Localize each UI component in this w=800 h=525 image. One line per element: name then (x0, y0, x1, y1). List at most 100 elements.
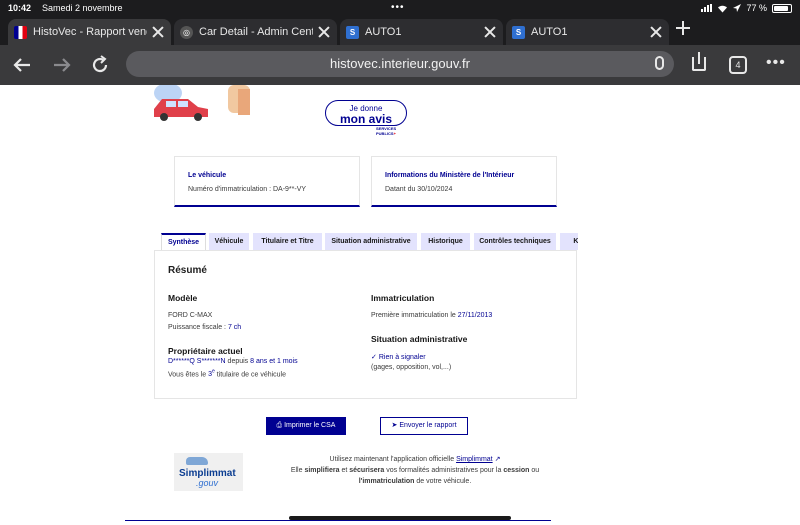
microphone-icon[interactable] (655, 56, 664, 70)
status-time: 10:42 (8, 3, 32, 13)
vehicle-card-title: Le véhicule (188, 172, 227, 179)
close-icon[interactable] (649, 25, 663, 39)
fiscal-power: Puissance fiscale : 7 ch (168, 324, 241, 331)
send-report-button[interactable]: ➤ Envoyer le rapport (380, 417, 468, 435)
back-arrow-icon[interactable] (10, 53, 34, 77)
owner-name: D******Q S*******N (168, 358, 226, 365)
tab-kilometrage[interactable]: Kilo (560, 233, 578, 250)
close-icon[interactable] (317, 25, 331, 39)
close-icon[interactable] (483, 25, 497, 39)
ministry-card: Informations du Ministère de l'Intérieur… (371, 156, 557, 207)
feedback-line2: mon avis (339, 112, 393, 126)
promo-bold: cession (503, 467, 530, 474)
globe-icon: ◎ (180, 25, 193, 39)
promo-line3: l'immatriculation de votre véhicule. (270, 476, 560, 487)
car-icon (186, 457, 208, 465)
print-csa-button[interactable]: ⎙ Imprimer le CSA (266, 417, 346, 435)
auto1-icon: S (346, 25, 359, 39)
tab-synthese[interactable]: Synthèse (161, 233, 206, 251)
address-bar[interactable]: histovec.interieur.gouv.fr (126, 51, 674, 77)
immat-heading: Immatriculation (371, 293, 435, 303)
browser-toolbar: histovec.interieur.gouv.fr 4 ••• (0, 45, 800, 85)
owner-line: D******Q S*******N depuis 8 ans et 1 moi… (168, 358, 298, 365)
registration-number: Numéro d'immatriculation : DA-9**-VY (188, 186, 307, 193)
status-indicators: 77 % (701, 3, 792, 13)
vehicle-card: Le véhicule Numéro d'immatriculation : D… (174, 156, 360, 207)
holder-line: Vous êtes le 3e titulaire de ce véhicule (168, 369, 286, 378)
url-text: histovec.interieur.gouv.fr (330, 56, 470, 71)
new-tab-plus-icon[interactable] (676, 21, 690, 35)
model-value: FORD C-MAX (168, 312, 213, 319)
cellular-signal-icon (701, 4, 713, 12)
tab-vehicule[interactable]: Véhicule (209, 233, 249, 250)
promo-bold: simplifiera (304, 467, 340, 474)
tab-situation-administrative[interactable]: Situation administrative (325, 233, 417, 250)
owner-heading: Propriétaire actuel (168, 346, 243, 356)
home-indicator[interactable] (289, 516, 511, 520)
tab-title: Car Detail - Admin Center (199, 26, 313, 38)
promo-line1: Utilisez maintenant l'application offici… (270, 454, 560, 465)
status-bar: 10:42 Samedi 2 novembre ••• 77 % (0, 0, 800, 17)
ministry-card-title: Informations du Ministère de l'Intérieur (385, 172, 515, 179)
resume-panel: Résumé Modèle FORD C-MAX Puissance fisca… (154, 250, 577, 399)
footer-divider (125, 520, 551, 521)
promo-text: et (341, 467, 348, 474)
promo-line1-text: Utilisez maintenant l'application offici… (329, 456, 455, 463)
tab-title: AUTO1 (365, 26, 402, 38)
services-publics-logo: SERVICES PUBLICS+ (376, 126, 397, 136)
tab-titulaire[interactable]: Titulaire et Titre (253, 233, 322, 250)
status-date: Samedi 2 novembre (42, 3, 123, 13)
auto1-icon: S (512, 25, 525, 39)
tab-title: HistoVec - Rapport vendeur (33, 26, 147, 38)
car-illustration (154, 85, 250, 121)
close-icon[interactable] (151, 25, 165, 39)
share-arrow (698, 52, 700, 64)
promo-text: vos formalités administratives pour la (386, 467, 502, 474)
simplimmat-logo-sub: .gouv (196, 478, 219, 488)
model-heading: Modèle (168, 293, 198, 303)
wifi-icon (718, 5, 728, 12)
battery-icon (772, 3, 792, 13)
tab-count-button[interactable]: 4 (729, 56, 747, 74)
simplimmat-link[interactable]: Simplimmat (456, 456, 493, 463)
printer-icon: ⎙ (276, 422, 283, 429)
promo-text: de votre véhicule. (416, 478, 472, 485)
owner-since-label: depuis (227, 358, 249, 365)
ministry-date: Datant du 30/10/2024 (385, 186, 453, 193)
immat-label: Première immatriculation le (371, 312, 456, 319)
browser-tab-auto1[interactable]: S AUTO1 (340, 19, 503, 45)
admin-note: (gages, opposition, vol,...) (371, 364, 452, 371)
send-arrow-icon: ➤ (391, 422, 398, 429)
promo-text: Elle (290, 467, 303, 474)
admin-status-line: ✓ Rien à signaler (371, 353, 426, 361)
immat-line: Première immatriculation le 27/11/2013 (371, 312, 492, 319)
french-flag-icon (14, 25, 27, 39)
web-page: Je donne mon avis SERVICES PUBLICS+ Le vé… (0, 85, 800, 525)
fiscal-power-value: 7 ch (227, 324, 242, 331)
simplimmat-logo[interactable]: Simplimmat .gouv (174, 453, 243, 491)
owner-since-value: 8 ans et 1 mois (250, 358, 298, 365)
resume-title: Résumé (168, 265, 207, 276)
tab-controles-techniques[interactable]: Contrôles techniques (474, 233, 556, 250)
fiscal-power-label: Puissance fiscale : (168, 324, 226, 331)
holder-prefix: Vous êtes le (168, 371, 207, 379)
promo-line2: Elle simplifiera et sécurisera vos forma… (270, 465, 560, 476)
report-tabs: Synthèse Véhicule Titulaire et Titre Sit… (160, 233, 578, 251)
print-csa-label: Imprimer le CSA (284, 422, 336, 429)
browser-tab-histovec[interactable]: HistoVec - Rapport vendeur (8, 19, 171, 45)
tab-title: AUTO1 (531, 26, 568, 38)
promo-text: ou (531, 467, 540, 474)
forward-arrow-icon[interactable] (50, 53, 74, 77)
more-options-icon[interactable]: ••• (766, 54, 786, 72)
holder-rank-suffix: e (212, 369, 215, 375)
give-feedback-button[interactable]: Je donne mon avis (325, 100, 407, 126)
browser-tab-car-detail[interactable]: ◎ Car Detail - Admin Center (174, 19, 337, 45)
holder-rank: 3e (208, 369, 215, 378)
send-report-label: Envoyer le rapport (399, 422, 457, 429)
battery-percent: 77 % (746, 3, 767, 13)
reload-icon[interactable] (88, 53, 112, 77)
multitasking-dots[interactable]: ••• (391, 2, 405, 13)
holder-suffix: titulaire de ce véhicule (216, 371, 286, 379)
tab-historique[interactable]: Historique (421, 233, 470, 250)
browser-tab-auto1[interactable]: S AUTO1 (506, 19, 669, 45)
